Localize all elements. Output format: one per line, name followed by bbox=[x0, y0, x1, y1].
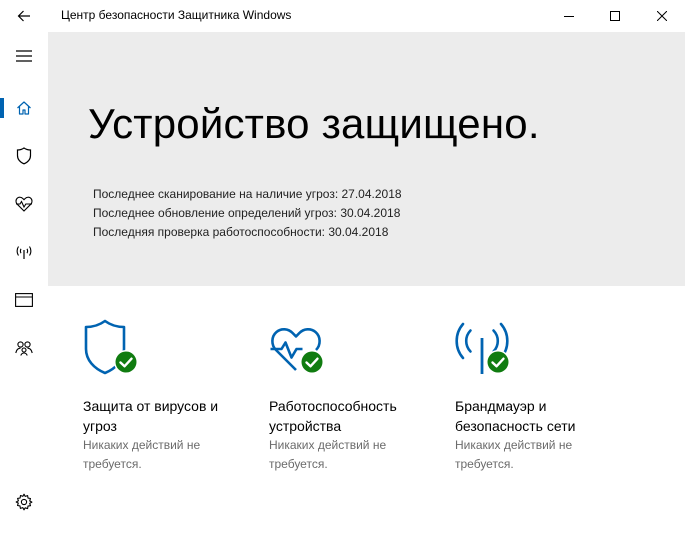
minimize-button[interactable] bbox=[546, 0, 592, 32]
wifi-antenna-icon bbox=[16, 246, 32, 259]
tile-title: Защита от вирусов и угроз bbox=[83, 398, 219, 434]
sidebar-item-virus-protection[interactable] bbox=[0, 132, 48, 180]
last-scan-line: Последнее сканирование на наличие угроз:… bbox=[93, 187, 402, 201]
close-button[interactable] bbox=[639, 0, 685, 32]
tile-device-health[interactable]: Работоспособность устройства Никаких дей… bbox=[269, 318, 439, 474]
tile-virus-protection[interactable]: Защита от вирусов и угроз Никаких действ… bbox=[83, 318, 253, 474]
sidebar-item-home[interactable] bbox=[0, 84, 48, 132]
back-arrow-icon bbox=[17, 10, 30, 22]
sidebar-item-family-options[interactable] bbox=[0, 324, 48, 372]
sidebar bbox=[0, 32, 48, 534]
back-button[interactable] bbox=[8, 4, 40, 28]
hamburger-menu-icon bbox=[16, 50, 32, 62]
tile-subtitle: Никаких действий не требуется. bbox=[269, 438, 387, 471]
tile-title: Брандмауэр и безопасность сети bbox=[455, 398, 576, 434]
maximize-button[interactable] bbox=[592, 0, 638, 32]
shield-check-icon bbox=[83, 318, 153, 380]
close-icon bbox=[657, 11, 667, 21]
family-icon bbox=[15, 341, 33, 356]
heart-pulse-icon bbox=[15, 196, 33, 212]
page-title: Устройство защищено. bbox=[88, 100, 540, 147]
menu-button[interactable] bbox=[0, 32, 48, 80]
sidebar-item-device-health[interactable] bbox=[0, 180, 48, 228]
window-title: Центр безопасности Защитника Windows bbox=[61, 8, 292, 22]
scan-status-lines: Последнее сканирование на наличие угроз:… bbox=[93, 185, 402, 242]
browser-window-icon bbox=[15, 293, 33, 307]
minimize-icon bbox=[564, 16, 574, 17]
maximize-icon bbox=[610, 11, 620, 21]
status-banner: Устройство защищено. Последнее сканирова… bbox=[48, 32, 685, 286]
tile-subtitle: Никаких действий не требуется. bbox=[455, 438, 573, 471]
gear-icon bbox=[15, 493, 33, 511]
sidebar-item-firewall[interactable] bbox=[0, 228, 48, 276]
heart-check-icon bbox=[269, 318, 339, 380]
home-icon bbox=[17, 101, 31, 115]
tile-title: Работоспособность устройства bbox=[269, 398, 397, 434]
antenna-check-icon bbox=[455, 318, 525, 380]
last-health-check-line: Последняя проверка работоспособности: 30… bbox=[93, 225, 389, 239]
title-bar: Центр безопасности Защитника Windows bbox=[0, 0, 685, 32]
last-definition-update-line: Последнее обновление определений угроз: … bbox=[93, 206, 401, 220]
sidebar-item-settings[interactable] bbox=[0, 478, 48, 526]
tile-firewall[interactable]: Брандмауэр и безопасность сети Никаких д… bbox=[455, 318, 625, 474]
tile-subtitle: Никаких действий не требуется. bbox=[83, 438, 201, 471]
shield-icon bbox=[16, 147, 32, 165]
sidebar-item-app-browser-control[interactable] bbox=[0, 276, 48, 324]
